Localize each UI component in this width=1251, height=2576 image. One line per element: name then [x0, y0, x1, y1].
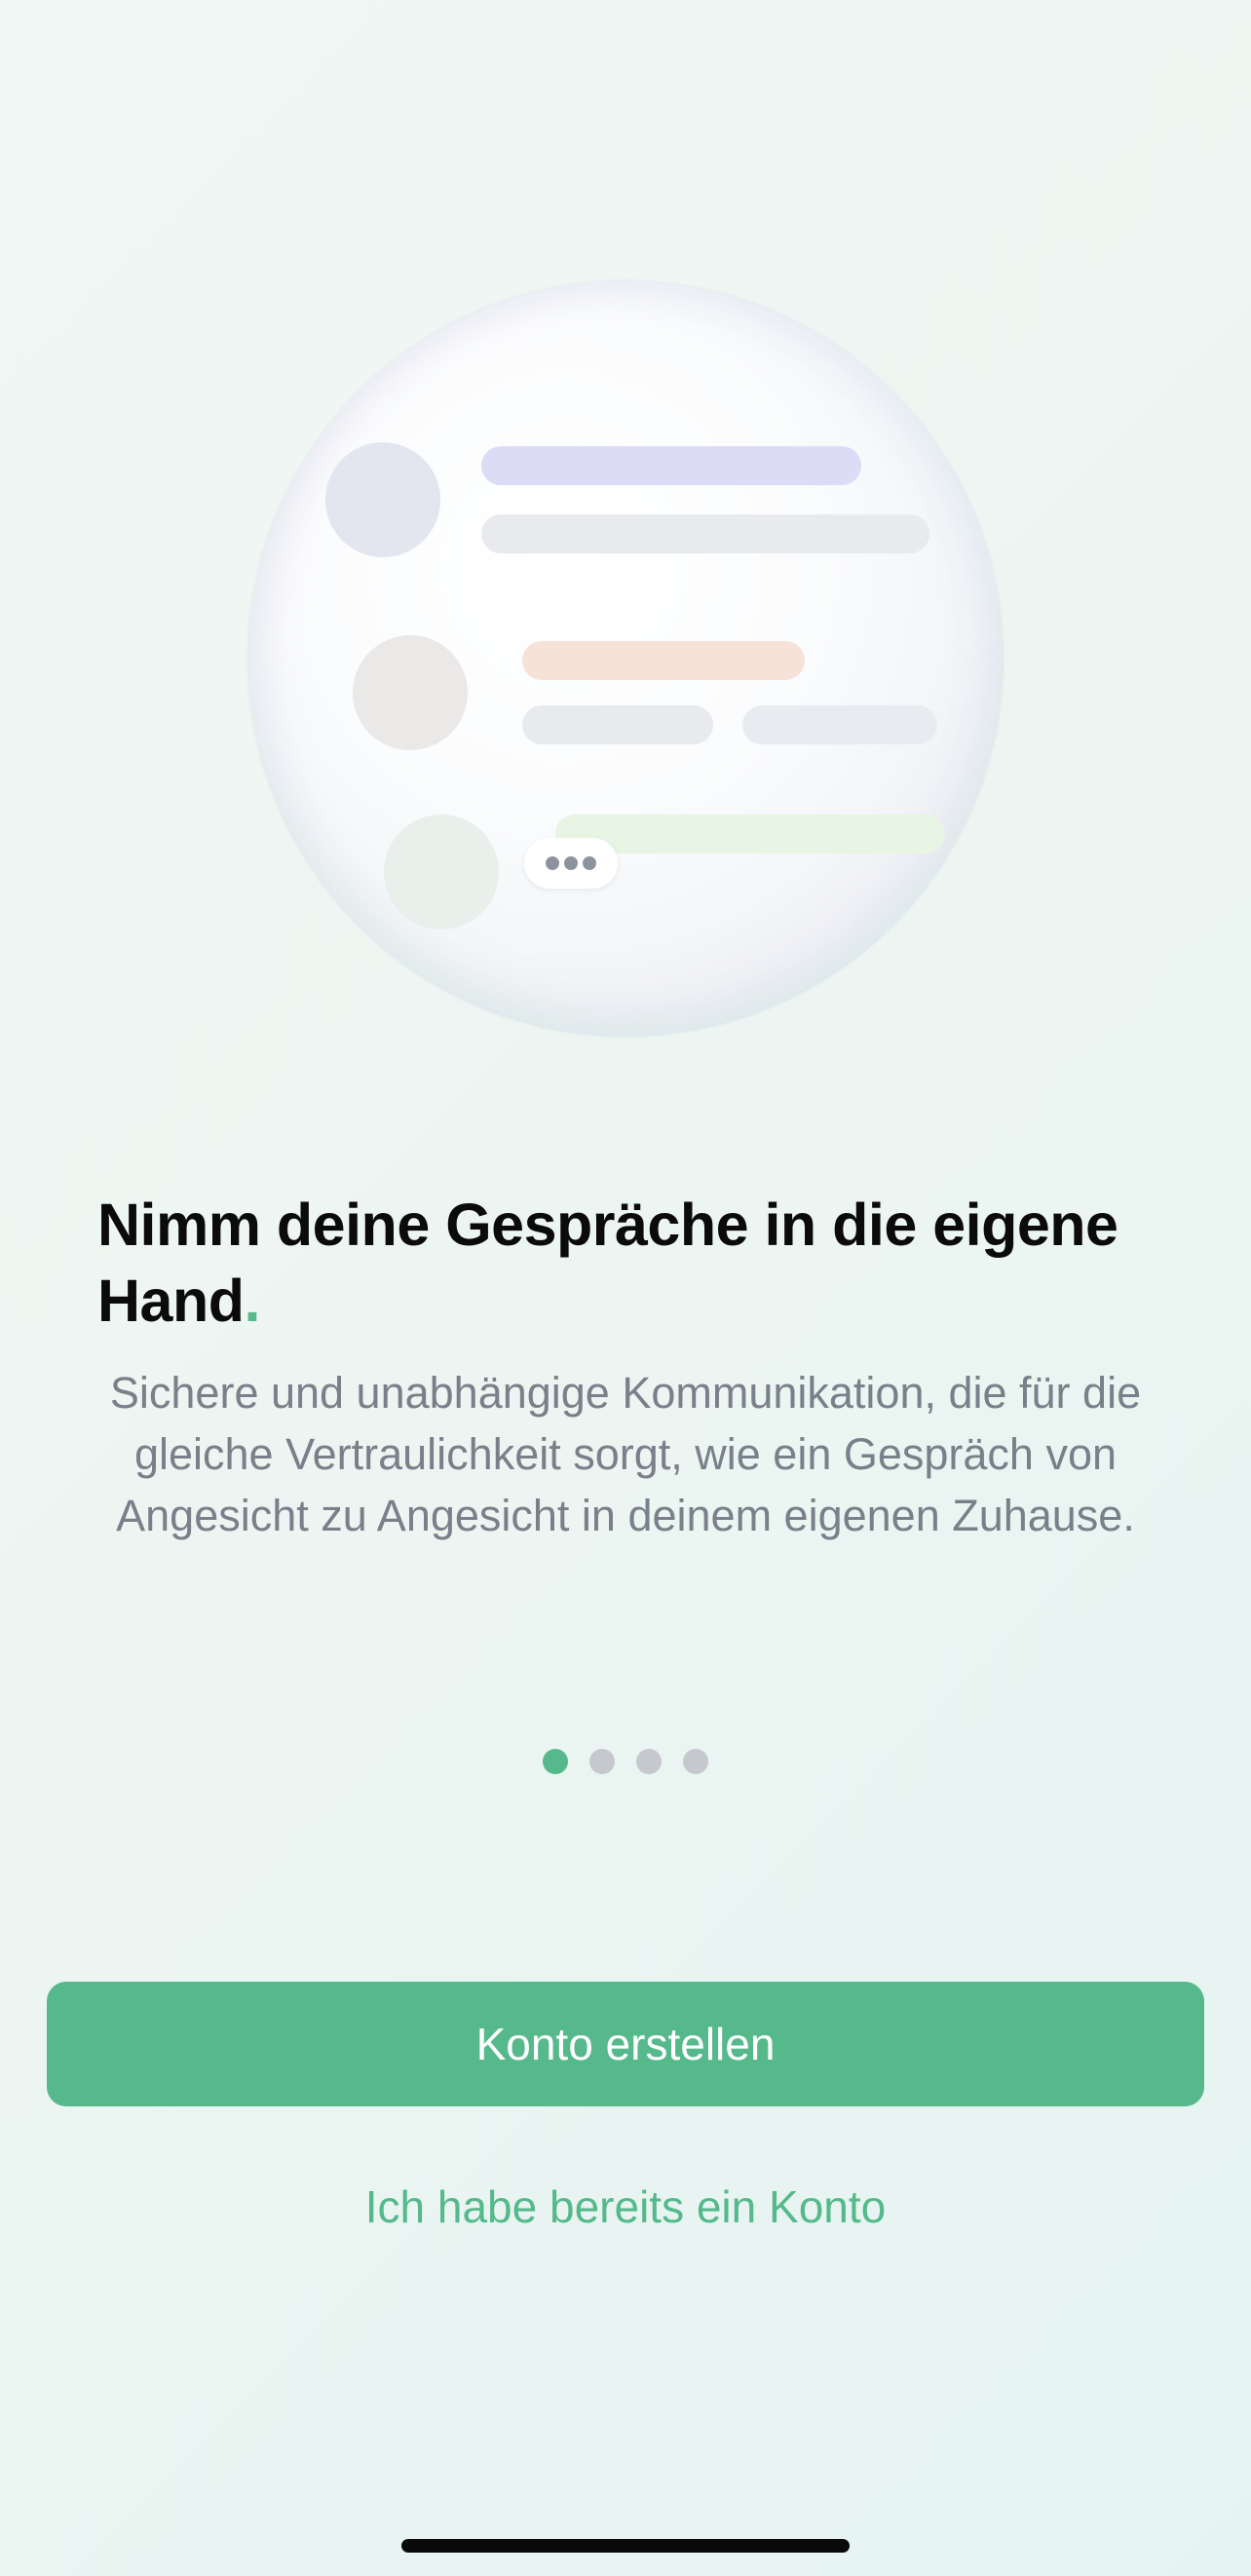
home-indicator[interactable] — [401, 2539, 850, 2553]
existing-account-link[interactable]: Ich habe bereits ein Konto — [0, 2173, 1251, 2241]
title-accent-dot: . — [244, 1268, 261, 1334]
page-indicator — [0, 1749, 1251, 1774]
avatar-placeholder — [325, 442, 440, 557]
page-dot-4[interactable] — [683, 1749, 708, 1774]
chat-list-illustration — [247, 281, 1004, 1037]
message-line-placeholder — [522, 641, 805, 680]
typing-dot — [564, 856, 578, 870]
page-dot-3[interactable] — [636, 1749, 662, 1774]
typing-ellipsis-icon — [524, 838, 618, 889]
onboarding-description: Sichere und unabhängige Kommunikation, d… — [109, 1368, 1142, 1540]
onboarding-title: Nimm deine Gespräche in die eigene Hand. — [97, 1187, 1169, 1339]
message-line-placeholder — [481, 514, 929, 553]
typing-dot — [546, 856, 559, 870]
avatar-placeholder — [353, 635, 468, 750]
message-line-placeholder — [481, 446, 861, 485]
page-dot-1[interactable] — [543, 1749, 568, 1774]
message-line-placeholder — [555, 814, 945, 853]
message-line-placeholder — [742, 705, 937, 744]
create-account-button[interactable]: Konto erstellen — [47, 1982, 1204, 2106]
avatar-placeholder — [384, 814, 499, 929]
typing-dot — [583, 856, 596, 870]
page-dot-2[interactable] — [589, 1749, 615, 1774]
message-line-placeholder — [522, 705, 713, 744]
